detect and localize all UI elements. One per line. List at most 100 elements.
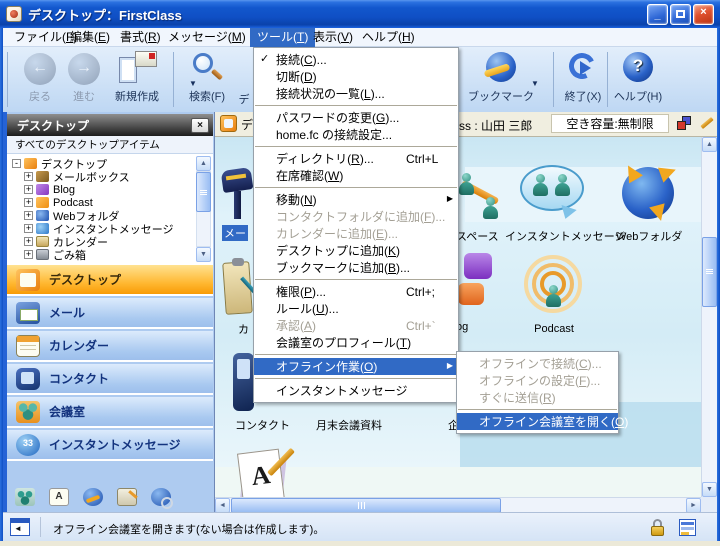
nav-desktop[interactable]: デスクトップ <box>7 265 213 296</box>
forward-button[interactable]: → 進む <box>61 51 107 104</box>
submenu-item-offline-connect[interactable]: オフラインで接続(C)... <box>457 355 618 372</box>
bookmark-button[interactable]: ブックマーク <box>461 51 541 104</box>
sidebar-toggle-icon[interactable]: ◄ <box>10 518 30 536</box>
menu-item-add-to-desktop[interactable]: デスクトップに追加(K) <box>254 242 458 259</box>
bookmark-dropdown-arrow[interactable]: ▼ <box>531 79 539 88</box>
scroll-thumb[interactable] <box>231 498 501 512</box>
menu-item-add-to-contacts[interactable]: コンタクトフォルダに追加(F)... <box>254 208 458 225</box>
scroll-thumb[interactable] <box>196 172 211 212</box>
close-button[interactable]: × <box>693 4 714 25</box>
help-button[interactable]: ? ヘルプ(H) <box>613 51 663 104</box>
list-view-icon[interactable] <box>679 519 696 536</box>
expand-icon[interactable]: + <box>24 185 33 194</box>
menu-message[interactable]: メッセージ(M) <box>161 28 253 47</box>
menu-item-add-to-calendar[interactable]: カレンダーに追加(E)... <box>254 225 458 242</box>
webfolder-desktop-icon[interactable] <box>616 161 680 227</box>
calendar-desktop-icon[interactable] <box>224 258 254 318</box>
directory-button-partial[interactable]: デ <box>235 51 253 107</box>
scroll-right-button[interactable]: ► <box>686 498 701 512</box>
expand-icon[interactable]: + <box>24 250 33 259</box>
contact-label[interactable]: コンタクト <box>235 417 290 433</box>
scroll-down-button[interactable]: ▼ <box>702 482 717 497</box>
scroll-thumb[interactable] <box>702 237 717 307</box>
back-button[interactable]: ← 戻る <box>17 51 63 104</box>
podcast-desktop-icon[interactable] <box>522 255 586 319</box>
menu-item-connection-list[interactable]: 接続状況の一覧(L)... <box>254 85 458 102</box>
edit-pencil-icon[interactable] <box>698 115 714 131</box>
menu-item-conference-profile[interactable]: 会議室のプロフィール(T) <box>254 334 458 351</box>
expand-icon[interactable]: + <box>24 198 33 207</box>
tree-item-blog[interactable]: + Blog <box>24 183 213 196</box>
document-mini-icon[interactable]: A <box>49 488 69 506</box>
blog-desktop-icon[interactable] <box>458 253 494 319</box>
tree-scrollbar[interactable]: ▲ ▼ <box>196 156 211 262</box>
menu-item-add-to-bookmarks[interactable]: ブックマークに追加(B)... <box>254 259 458 276</box>
workspace-desktop-icon[interactable] <box>458 171 508 229</box>
nav-mail[interactable]: メール <box>7 298 213 329</box>
menu-item-offline-work[interactable]: オフライン作業(O) ▶ <box>254 358 458 375</box>
submenu-item-open-offline-conference[interactable]: オフライン会議室を開く(O) <box>457 413 618 430</box>
nav-instant-message[interactable]: 33 インスタントメッセージ <box>7 430 213 461</box>
expand-icon[interactable]: + <box>24 224 33 233</box>
menu-view[interactable]: 表示(V) <box>306 28 360 47</box>
workspace-mini-icon[interactable] <box>15 488 35 506</box>
scroll-up-button[interactable]: ▲ <box>196 156 211 171</box>
new-message-button[interactable]: 新規作成 <box>107 51 167 104</box>
menu-item-move[interactable]: 移動(N) ▶ <box>254 191 458 208</box>
nav-contact[interactable]: コンタクト <box>7 364 213 395</box>
expand-icon[interactable]: + <box>24 211 33 220</box>
menu-item-permissions[interactable]: 権限(P)... Ctrl+; <box>254 283 458 300</box>
maximize-button[interactable] <box>670 4 691 25</box>
menu-help[interactable]: ヘルプ(H) <box>355 28 422 47</box>
toolbar-separator <box>553 52 554 107</box>
panel-close-button[interactable]: × <box>191 118 209 133</box>
expand-icon[interactable]: + <box>24 172 33 181</box>
monthly-doc-label[interactable]: 月末会議資料 <box>316 417 382 433</box>
menu-item-rules[interactable]: ルール(U)... <box>254 300 458 317</box>
menu-item-instant-message[interactable]: インスタントメッセージ <box>254 382 458 399</box>
calendar-label-fragment[interactable]: カ <box>238 321 249 337</box>
podcast-label[interactable]: Podcast <box>522 323 586 335</box>
horizontal-scrollbar[interactable]: ◄ ► <box>215 497 701 512</box>
menu-item-homefc-settings[interactable]: home.fc の接続設定... <box>254 126 458 143</box>
collapse-icon[interactable]: - <box>12 159 21 168</box>
mailbox-label-selected[interactable]: メー <box>222 225 248 241</box>
menu-item-approval[interactable]: 承認(A) Ctrl+` <box>254 317 458 334</box>
nav-calendar[interactable]: カレンダー <box>7 331 213 362</box>
notes-mini-icon[interactable] <box>117 488 137 506</box>
scroll-down-button[interactable]: ▼ <box>196 247 211 262</box>
menu-item-directory[interactable]: ディレクトリ(R)... Ctrl+L <box>254 150 458 167</box>
vertical-scrollbar[interactable]: ▲ ▼ <box>701 137 717 497</box>
menu-item-disconnect[interactable]: 切断(D) <box>254 68 458 85</box>
panel-subtitle: すべてのデスクトップアイテム <box>7 136 213 154</box>
quota-indicator: 空き容量:無制限 <box>551 114 669 133</box>
submenu-item-offline-settings[interactable]: オフラインの設定(F)... <box>457 372 618 389</box>
websearch-mini-icon[interactable] <box>151 488 171 506</box>
instant-message-label[interactable]: インスタントメッセージ <box>505 228 605 244</box>
sidebar: デスクトップ × すべてのデスクトップアイテム - デスクトップ + メールボッ… <box>3 112 215 512</box>
menu-item-presence[interactable]: 在席確認(W) <box>254 167 458 184</box>
desktop-icon <box>16 269 40 291</box>
menu-item-connect[interactable]: ✓ 接続(C)... <box>254 51 458 68</box>
expand-icon[interactable]: + <box>24 237 33 246</box>
submenu-item-send-now[interactable]: すぐに送信(R) <box>457 389 618 406</box>
menu-format[interactable]: 書式(R) <box>113 28 168 47</box>
search-button[interactable]: 検索(F) <box>183 51 231 104</box>
nav-conference[interactable]: 会議室 <box>7 397 213 428</box>
view-title-fragment: デ <box>241 116 253 133</box>
overlap-windows-icon[interactable] <box>677 116 691 130</box>
exit-button[interactable]: 終了(X) <box>559 51 607 104</box>
tree-item-trash[interactable]: + ごみ箱 <box>24 248 213 261</box>
minimize-button[interactable]: _ <box>647 4 668 25</box>
instant-message-desktop-icon[interactable] <box>520 165 588 227</box>
mailbox-desktop-icon[interactable] <box>222 165 256 223</box>
menu-separator <box>255 354 457 355</box>
workspace-label-fragment[interactable]: スペース <box>456 228 499 244</box>
menu-edit[interactable]: 編集(E) <box>63 28 117 47</box>
webfolder-label[interactable]: Webフォルダ <box>616 228 680 244</box>
scroll-left-button[interactable]: ◄ <box>215 498 230 512</box>
webfolder-mini-icon[interactable] <box>83 488 103 506</box>
scroll-up-button[interactable]: ▲ <box>702 137 717 152</box>
menu-item-change-password[interactable]: パスワードの変更(G)... <box>254 109 458 126</box>
tree-item-mailbox[interactable]: + メールボックス <box>24 170 213 183</box>
